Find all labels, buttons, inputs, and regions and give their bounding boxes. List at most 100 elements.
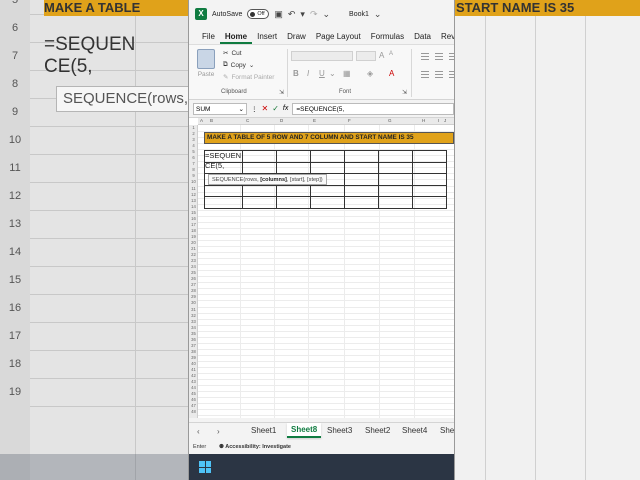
table-cell[interactable] bbox=[378, 150, 413, 163]
title-banner-cell[interactable]: MAKE A TABLE OF 5 ROW AND 7 COLUMN AND S… bbox=[204, 132, 454, 144]
grow-font-icon[interactable]: A bbox=[379, 51, 384, 60]
row-header-13[interactable]: 13 bbox=[189, 198, 198, 203]
row-header-37[interactable]: 37 bbox=[189, 343, 198, 348]
font-launcher-icon[interactable]: ⇲ bbox=[402, 89, 407, 96]
redo-icon[interactable]: ↷ bbox=[310, 9, 318, 20]
column-header-g[interactable]: G bbox=[388, 118, 392, 123]
tab-insert[interactable]: Insert bbox=[252, 32, 282, 44]
align-right-icon[interactable] bbox=[449, 71, 454, 78]
table-cell[interactable] bbox=[310, 196, 345, 209]
undo-icon[interactable]: ↶ bbox=[288, 9, 296, 20]
font-size-box[interactable] bbox=[356, 51, 376, 61]
row-header-41[interactable]: 41 bbox=[189, 367, 198, 372]
worksheet-grid[interactable]: ABCDEFGHIJ 1 2 3 4 5 6 7 8 9 10 11 12 13 14 15 16 17 18 19… bbox=[189, 118, 454, 418]
row-header-25[interactable]: 25 bbox=[189, 270, 198, 275]
row-header-44[interactable]: 44 bbox=[189, 385, 198, 390]
table-cell[interactable] bbox=[378, 161, 413, 174]
column-header-f[interactable]: F bbox=[348, 118, 351, 123]
table-cell[interactable] bbox=[344, 150, 379, 163]
table-cell[interactable] bbox=[242, 196, 277, 209]
row-header-5[interactable]: 5 bbox=[189, 149, 198, 154]
fill-color-icon[interactable]: ◈ bbox=[367, 69, 373, 78]
table-cell[interactable] bbox=[344, 196, 379, 209]
formula-input[interactable]: =SEQUENCE(5, bbox=[292, 102, 454, 115]
cancel-icon[interactable]: ✕ bbox=[262, 104, 269, 113]
row-header-46[interactable]: 46 bbox=[189, 397, 198, 402]
table-cell[interactable] bbox=[204, 184, 243, 197]
table-cell[interactable] bbox=[242, 150, 277, 163]
row-header-24[interactable]: 24 bbox=[189, 264, 198, 269]
borders-icon[interactable]: ▦ bbox=[343, 69, 351, 78]
undo-dropdown-icon[interactable]: ▾ bbox=[300, 9, 305, 20]
row-header-3[interactable]: 3 bbox=[189, 137, 198, 142]
row-header-35[interactable]: 35 bbox=[189, 331, 198, 336]
row-header-30[interactable]: 30 bbox=[189, 300, 198, 305]
prev-sheet-icon[interactable]: ‹ bbox=[197, 427, 200, 436]
row-header-17[interactable]: 17 bbox=[189, 222, 198, 227]
font-name-box[interactable] bbox=[291, 51, 353, 61]
tab-draw[interactable]: Draw bbox=[282, 32, 311, 44]
sheet-tab-sheet2[interactable]: Sheet2 bbox=[365, 426, 390, 435]
tab-review[interactable]: Review bbox=[436, 32, 454, 44]
tab-data[interactable]: Data bbox=[409, 32, 436, 44]
row-header-36[interactable]: 36 bbox=[189, 337, 198, 342]
underline-button[interactable]: U bbox=[319, 69, 325, 78]
name-box[interactable]: SUM ⌄ bbox=[193, 102, 247, 115]
format-painter-button[interactable]: ✎ Format Painter bbox=[223, 73, 274, 82]
table-cell[interactable] bbox=[276, 161, 311, 174]
italic-button[interactable]: I bbox=[307, 69, 309, 78]
row-header-14[interactable]: 14 bbox=[189, 204, 198, 209]
row-header-23[interactable]: 23 bbox=[189, 258, 198, 263]
row-header-12[interactable]: 12 bbox=[189, 192, 198, 197]
align-left-icon[interactable] bbox=[421, 71, 429, 78]
column-header-e[interactable]: E bbox=[313, 118, 316, 123]
table-cell[interactable] bbox=[378, 196, 413, 209]
workbook-title[interactable]: Book1 bbox=[349, 11, 369, 18]
table-cell[interactable] bbox=[378, 184, 413, 197]
row-header-42[interactable]: 42 bbox=[189, 373, 198, 378]
table-cell[interactable] bbox=[412, 150, 447, 163]
row-header-28[interactable]: 28 bbox=[189, 288, 198, 293]
tab-home[interactable]: Home bbox=[219, 32, 253, 44]
table-cell[interactable] bbox=[412, 196, 447, 209]
cut-button[interactable]: ✂ Cut bbox=[223, 49, 242, 58]
row-header-26[interactable]: 26 bbox=[189, 276, 198, 281]
table-cell[interactable] bbox=[412, 173, 447, 186]
column-header-b[interactable]: B bbox=[210, 118, 213, 123]
name-box-dropdown-icon[interactable]: ⌄ bbox=[239, 104, 244, 114]
row-header-4[interactable]: 4 bbox=[189, 143, 198, 148]
table-cell[interactable] bbox=[276, 150, 311, 163]
enter-icon[interactable]: ✓ bbox=[272, 104, 279, 113]
tab-file[interactable]: File bbox=[197, 32, 220, 44]
table-cell[interactable] bbox=[310, 184, 345, 197]
save-icon[interactable]: ▣ bbox=[274, 9, 283, 20]
row-header-19[interactable]: 19 bbox=[189, 234, 198, 239]
table-cell[interactable] bbox=[242, 184, 277, 197]
next-sheet-icon[interactable]: › bbox=[217, 427, 220, 436]
row-header-32[interactable]: 32 bbox=[189, 313, 198, 318]
active-cell-editor[interactable]: =SEQUEN CE(5, bbox=[205, 151, 245, 171]
align-middle-icon[interactable] bbox=[435, 53, 443, 60]
row-header-34[interactable]: 34 bbox=[189, 325, 198, 330]
sheet-tab-sheet4[interactable]: Sheet4 bbox=[402, 426, 427, 435]
row-header-39[interactable]: 39 bbox=[189, 355, 198, 360]
row-header-27[interactable]: 27 bbox=[189, 282, 198, 287]
title-dropdown-icon[interactable]: ⌄ bbox=[374, 9, 382, 20]
row-header-6[interactable]: 6 bbox=[189, 155, 198, 160]
row-header-10[interactable]: 10 bbox=[189, 179, 198, 184]
bold-button[interactable]: B bbox=[293, 69, 299, 78]
row-header-7[interactable]: 7 bbox=[189, 161, 198, 166]
clipboard-launcher-icon[interactable]: ⇲ bbox=[279, 89, 284, 96]
row-header-11[interactable]: 11 bbox=[189, 186, 198, 191]
windows-start-icon[interactable] bbox=[199, 461, 211, 473]
table-cell[interactable] bbox=[276, 184, 311, 197]
table-cell[interactable] bbox=[310, 150, 345, 163]
align-bottom-icon[interactable] bbox=[449, 53, 454, 60]
underline-dropdown-icon[interactable]: ⌄ bbox=[329, 69, 336, 78]
table-cell[interactable] bbox=[310, 161, 345, 174]
row-header-45[interactable]: 45 bbox=[189, 391, 198, 396]
table-cell[interactable] bbox=[378, 173, 413, 186]
row-header-21[interactable]: 21 bbox=[189, 246, 198, 251]
table-cell[interactable] bbox=[344, 184, 379, 197]
tab-formulas[interactable]: Formulas bbox=[366, 32, 409, 44]
